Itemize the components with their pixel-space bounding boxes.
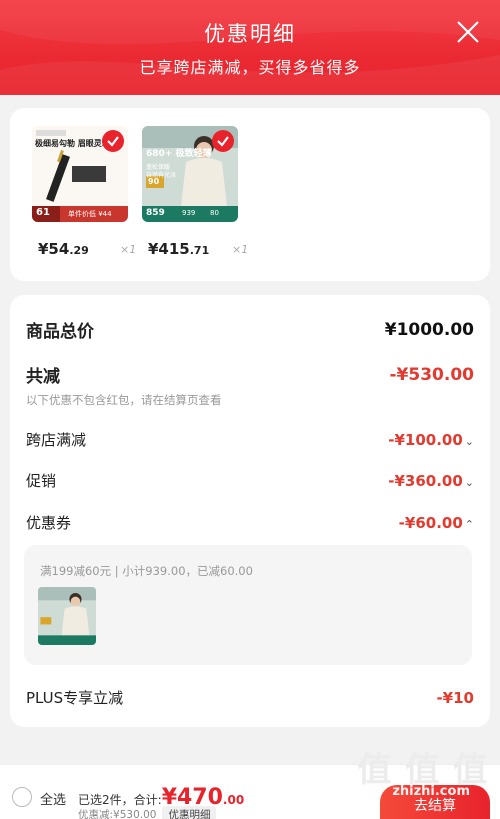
plus-label: PLUS专享立减: [26, 689, 124, 707]
discount-value: -¥60.00 ⌃: [398, 513, 474, 532]
product-thumbnail[interactable]: 极细易勾勒 眉眼灵动 61 单件价低 ¥44: [32, 126, 128, 222]
total-label: 商品总价: [26, 322, 94, 342]
summary-card: 商品总价 ¥1000.00 共减 -¥530.00 以下优惠不包含红包，请在结算…: [10, 295, 490, 727]
thumb-caption: 极细易勾勒 眉眼灵动: [35, 139, 110, 148]
chevron-down-icon[interactable]: ⌄: [465, 435, 474, 448]
plus-discount-row: PLUS专享立减 -¥10: [26, 687, 474, 708]
plus-value: -¥10: [436, 688, 474, 707]
total-row: 商品总价 ¥1000.00: [26, 317, 474, 343]
jacket-image: [38, 587, 96, 645]
saved-summary: 优惠减:¥530.00 优惠明细: [78, 806, 217, 819]
coupon-product-thumbnail[interactable]: [38, 587, 96, 645]
discount-row-coupon[interactable]: 优惠券 -¥60.00 ⌃: [26, 512, 474, 533]
reduce-value: -¥530.00: [389, 364, 475, 385]
header: 优惠明细 已享跨店满减，买得多省得多: [0, 0, 500, 95]
discount-value: -¥360.00 ⌄: [388, 471, 474, 490]
thumb-price: 859: [146, 208, 165, 218]
product-quantity: ×1: [232, 243, 249, 256]
page-subtitle: 已享跨店满减，买得多省得多: [139, 58, 361, 77]
page-title: 优惠明细: [204, 22, 296, 46]
products-card: 极细易勾勒 眉眼灵动 61 单件价低 ¥44 ¥54.29 ×1 680+ 极致…: [10, 108, 490, 281]
product-thumbnail[interactable]: 680+ 极致轻薄 蓬松保暖 自然有光泽 90 859 939 80: [142, 126, 238, 222]
product-item-eyeliner[interactable]: 极细易勾勒 眉眼灵动 61 单件价低 ¥44 ¥54.29 ×1: [32, 126, 136, 258]
total-value: ¥1000.00: [384, 319, 474, 340]
thumb-price-2: 939: [182, 209, 196, 217]
product-item-jacket[interactable]: 680+ 极致轻薄 蓬松保暖 自然有光泽 90 859 939 80 ¥415.…: [142, 126, 248, 258]
discount-note: 以下优惠不包含红包，请在结算页查看: [26, 393, 222, 407]
chevron-up-icon[interactable]: ⌃: [465, 518, 474, 531]
thumb-price-3: 80: [210, 209, 219, 217]
discount-detail-button[interactable]: 优惠明细: [162, 806, 217, 819]
saved-amount: 优惠减:¥530.00: [78, 809, 157, 819]
thumb-bottom-text: 单件价低 ¥44: [68, 210, 112, 218]
selected-check-icon: [212, 130, 234, 152]
chevron-down-icon[interactable]: ⌄: [465, 476, 474, 489]
discount-value: -¥100.00 ⌄: [388, 430, 474, 449]
discount-row-cross-store[interactable]: 跨店满减 -¥100.00 ⌄: [26, 429, 474, 450]
close-icon[interactable]: [454, 18, 482, 46]
discount-label: 跨店满减: [26, 431, 87, 449]
selected-count-text: 已选2件，合计:: [78, 793, 162, 807]
product-quantity: ×1: [120, 243, 137, 256]
thumb-badge: 90: [148, 177, 160, 186]
watermark-text: zhizhi.com: [392, 784, 470, 799]
select-all-label[interactable]: 全选: [40, 789, 66, 808]
thumb-caption: 680+ 极致轻薄: [146, 149, 212, 159]
discount-label: 促销: [26, 472, 57, 490]
discount-label: 优惠券: [26, 514, 72, 532]
selected-check-icon: [102, 130, 124, 152]
reduce-label: 共减: [26, 367, 60, 387]
thumb-price: 61: [36, 207, 50, 218]
coupon-detail-text: 满199减60元 | 小计939.00，已减60.00: [40, 564, 253, 578]
discount-row-promotion[interactable]: 促销 -¥360.00 ⌄: [26, 470, 474, 491]
coupon-detail-box: 满199减60元 | 小计939.00，已减60.00: [24, 545, 472, 665]
reduce-row: 共减 -¥530.00: [26, 362, 475, 388]
select-all-radio[interactable]: [12, 787, 32, 807]
product-price: ¥54.29: [38, 240, 89, 258]
product-price: ¥415.71: [148, 240, 210, 258]
